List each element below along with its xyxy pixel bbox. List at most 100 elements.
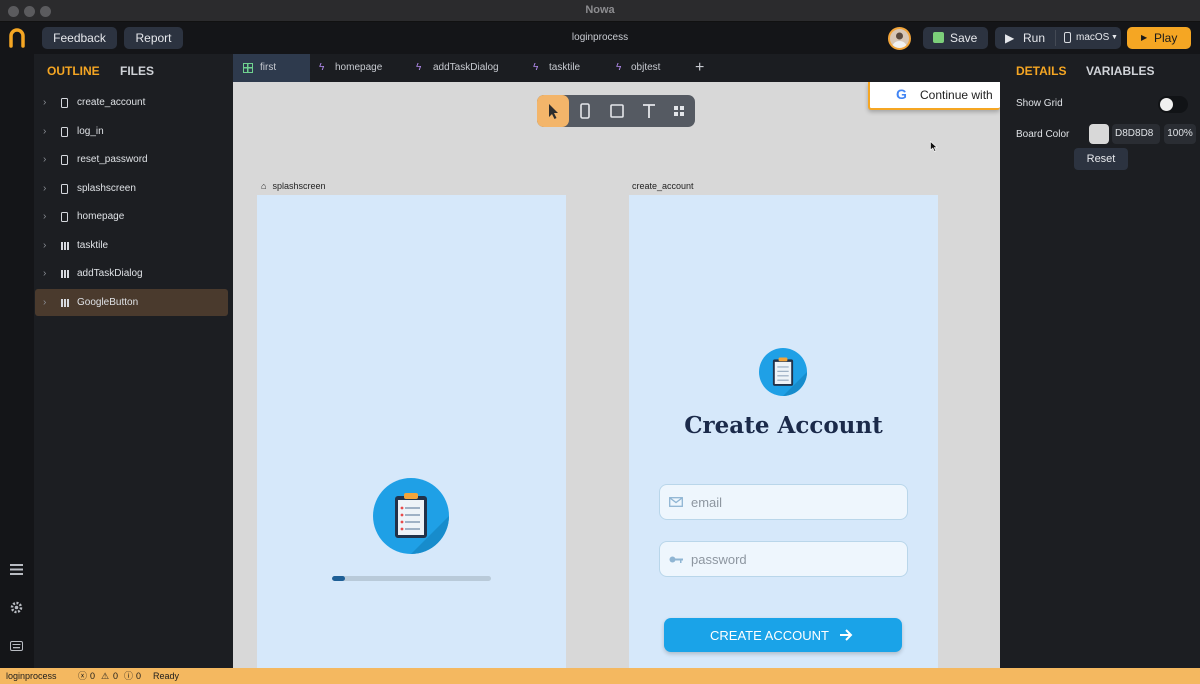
create-account-frame[interactable]: Create Account email password CREATE ACC…: [629, 195, 938, 668]
chevron-right-icon[interactable]: ›: [43, 118, 46, 145]
outline-item-log-in[interactable]: › log_in: [35, 118, 228, 145]
grid-icon: [61, 242, 69, 250]
create-account-button[interactable]: CREATE ACCOUNT: [664, 618, 902, 652]
phone-frame-tool[interactable]: [569, 95, 601, 127]
warning-count[interactable]: 0: [113, 668, 118, 684]
clipboard-logo: [759, 348, 807, 396]
grid-icon: [61, 299, 69, 307]
board-opacity-input[interactable]: 100%: [1164, 124, 1196, 144]
clipboard-logo: [373, 478, 449, 554]
home-icon: ⌂: [261, 181, 267, 191]
info-icon: ⓘ: [124, 671, 134, 681]
password-placeholder: password: [691, 552, 747, 567]
frame-label-splashscreen[interactable]: ⌂ splashscreen: [261, 181, 325, 191]
google-icon: G: [896, 86, 907, 102]
properties-panel: DETAILS VARIABLES Show Grid Board Color …: [1000, 54, 1200, 668]
chevron-right-icon[interactable]: ›: [43, 89, 46, 116]
window-title: Nowa: [585, 4, 615, 16]
chevron-right-icon[interactable]: ›: [43, 203, 46, 230]
warning-icon: ⚠: [101, 671, 110, 681]
outline-item-tasktile[interactable]: › tasktile: [35, 232, 228, 259]
mail-icon: [669, 497, 683, 507]
project-name: loginprocess: [571, 32, 629, 43]
report-button[interactable]: Report: [124, 27, 183, 49]
chevron-right-icon[interactable]: ›: [43, 260, 46, 287]
cursor-icon: [549, 104, 558, 119]
tab-outline[interactable]: OUTLINE: [47, 64, 100, 78]
show-grid-toggle[interactable]: [1158, 96, 1188, 113]
outline-item-reset-password[interactable]: › reset_password: [35, 146, 228, 173]
chevron-right-icon[interactable]: ›: [43, 175, 46, 202]
save-button[interactable]: Save: [923, 27, 988, 49]
arrow-right-icon: [840, 629, 853, 641]
clipboard-icon: [395, 493, 449, 554]
editor-tabs: first ϟ homepage ϟ addTaskDialog ϟ taskt…: [233, 54, 1000, 82]
tab-objtest[interactable]: ϟ objtest: [616, 54, 686, 82]
keyboard-icon[interactable]: [10, 641, 23, 651]
components-tool[interactable]: [663, 95, 695, 127]
tab-addtaskdialog[interactable]: ϟ addTaskDialog: [416, 54, 512, 82]
board-color-swatch[interactable]: [1089, 124, 1109, 144]
layers-icon[interactable]: [10, 564, 23, 575]
status-text: Ready: [153, 671, 180, 681]
status-project: loginprocess: [6, 671, 57, 681]
reset-button[interactable]: Reset: [1074, 148, 1128, 170]
tab-variables[interactable]: VARIABLES: [1086, 64, 1154, 78]
play-icon: ▶: [1005, 31, 1015, 45]
chevron-right-icon[interactable]: ›: [43, 232, 46, 259]
google-button-label: Continue with: [920, 88, 993, 102]
add-tab-button[interactable]: +: [695, 54, 709, 82]
phone-icon: [61, 98, 68, 108]
text-icon: [643, 104, 655, 118]
outline-item-homepage[interactable]: › homepage: [35, 203, 228, 230]
google-button-preview[interactable]: G Continue with: [868, 82, 1000, 110]
splash-progress-fill: [332, 576, 345, 581]
canvas-toolbar: [537, 95, 695, 127]
bolt-icon: ϟ: [319, 62, 325, 73]
run-button[interactable]: Run: [1023, 27, 1045, 49]
error-icon: ⓧ: [78, 671, 88, 681]
password-field[interactable]: password: [659, 541, 908, 577]
email-field[interactable]: email: [659, 484, 908, 520]
error-count[interactable]: 0: [90, 668, 95, 684]
chevron-right-icon[interactable]: ›: [43, 146, 46, 173]
clipboard-icon: [772, 357, 807, 396]
play-button[interactable]: ▶ Play: [1127, 27, 1191, 49]
frame-label-create-account[interactable]: create_account: [632, 181, 694, 191]
nowa-logo-icon[interactable]: [8, 28, 26, 48]
outline-item-addtaskdialog[interactable]: › addTaskDialog: [35, 260, 228, 287]
info-count[interactable]: 0: [136, 668, 141, 684]
create-account-button-label: CREATE ACCOUNT: [710, 628, 829, 643]
window-titlebar: Nowa: [0, 0, 1200, 22]
splashscreen-frame[interactable]: [257, 195, 566, 668]
tab-tasktile[interactable]: ϟ tasktile: [533, 54, 603, 82]
text-tool[interactable]: [633, 95, 665, 127]
outline-item-create-account[interactable]: › create_account: [35, 89, 228, 116]
show-grid-label: Show Grid: [1016, 98, 1063, 109]
feedback-button[interactable]: Feedback: [42, 27, 117, 49]
grid-icon: [243, 63, 253, 73]
avatar[interactable]: [888, 27, 911, 50]
save-check-icon: [933, 32, 944, 43]
board-color-label: Board Color: [1016, 129, 1070, 140]
play-label: Play: [1154, 31, 1178, 45]
components-icon: [674, 106, 684, 116]
tab-files[interactable]: FILES: [120, 64, 154, 78]
bolt-icon: ϟ: [616, 62, 622, 73]
tab-first[interactable]: first: [233, 54, 310, 82]
tab-homepage[interactable]: ϟ homepage: [319, 54, 407, 82]
outline-item-googlebutton[interactable]: › GoogleButton: [35, 289, 228, 316]
top-toolbar: Feedback Report loginprocess Save ▶ Run …: [0, 22, 1200, 54]
phone-icon: [61, 212, 68, 222]
select-tool[interactable]: [537, 95, 569, 127]
outline-item-splashscreen[interactable]: › splashscreen: [35, 175, 228, 202]
play-icon: ▶: [1141, 33, 1148, 42]
rectangle-tool[interactable]: [601, 95, 633, 127]
chevron-right-icon[interactable]: ›: [43, 289, 46, 316]
tab-details[interactable]: DETAILS: [1016, 64, 1066, 78]
gear-icon[interactable]: [10, 601, 23, 614]
design-canvas[interactable]: ⌂ splashscreen create_account Create Acc…: [233, 82, 1000, 668]
platform-select[interactable]: macOS: [1076, 27, 1109, 49]
board-color-input[interactable]: D8D8D8: [1112, 124, 1160, 144]
run-group: ▶ Run macOS ▼: [995, 27, 1121, 49]
